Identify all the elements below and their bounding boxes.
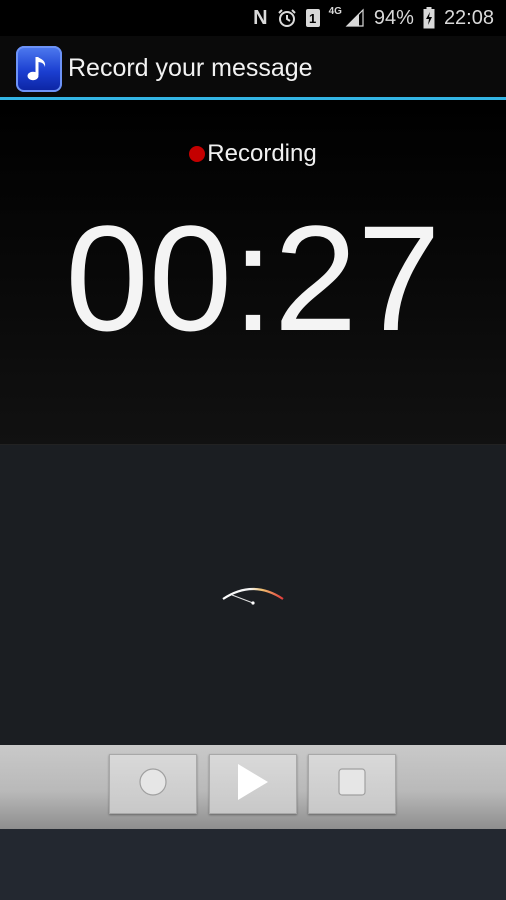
network-type-label: 4G — [328, 6, 342, 17]
recorder-panel: Recording 00:27 — [0, 103, 506, 445]
sim-icon: 1 — [305, 9, 320, 27]
action-bar: Record your message — [0, 36, 506, 100]
music-note-icon[interactable] — [16, 46, 62, 92]
signal-icon — [345, 8, 365, 28]
recording-dot-icon — [189, 146, 206, 162]
clock: 22:08 — [443, 6, 494, 29]
level-meter-icon — [220, 583, 288, 612]
elapsed-timer: 00:27 — [65, 194, 441, 362]
record-circle-icon — [138, 767, 168, 802]
page-title: Record your message — [68, 54, 313, 82]
alarm-icon — [277, 8, 297, 28]
play-icon — [236, 762, 270, 807]
record-button[interactable] — [109, 754, 197, 814]
level-area — [0, 445, 506, 745]
play-button[interactable] — [209, 754, 297, 814]
stop-button[interactable] — [308, 754, 396, 814]
battery-charging-icon — [423, 7, 435, 29]
playback-controls — [0, 745, 506, 829]
recording-status-label: Recording — [207, 140, 317, 167]
nfc-icon: N — [253, 6, 268, 29]
status-icons: N 1 4G 94% 22:08 — [253, 0, 494, 36]
bottom-area — [0, 829, 506, 900]
stop-square-icon — [337, 767, 367, 802]
battery-percent: 94% — [373, 6, 414, 29]
status-bar: N 1 4G 94% 22:08 — [0, 0, 506, 36]
recording-status: Recording — [0, 140, 506, 168]
